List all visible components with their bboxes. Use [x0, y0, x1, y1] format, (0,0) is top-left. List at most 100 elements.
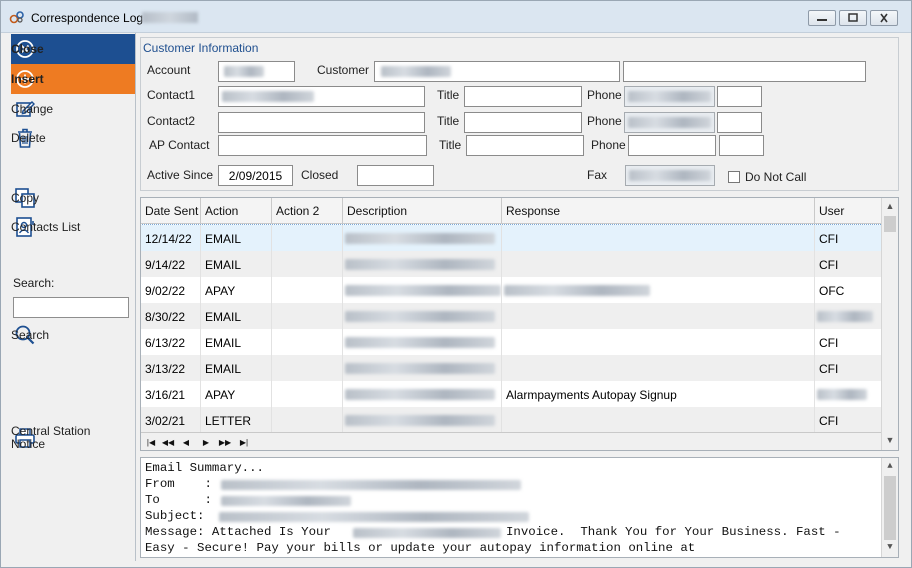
grid-cell-user[interactable]: CFI [815, 225, 882, 251]
scroll-down-icon[interactable]: ▼ [884, 435, 896, 447]
minimize-button[interactable] [808, 10, 836, 26]
email-summary-memo[interactable]: Email Summary... From : To : Subject: Me… [140, 457, 899, 558]
memo-scroll-thumb[interactable] [884, 476, 896, 540]
change-button[interactable]: Change [11, 96, 135, 122]
customer-name-field[interactable] [374, 61, 620, 82]
grid-cell-user[interactable]: CFI [815, 355, 882, 381]
ap-contact-field[interactable] [218, 135, 427, 156]
central-station-notice-button[interactable]: Central Station Notice [11, 423, 135, 455]
grid-cell-description[interactable] [343, 251, 502, 277]
grid-cell-user[interactable] [815, 303, 882, 329]
col-header-response[interactable]: Response [502, 198, 815, 224]
table-row[interactable]: 3/02/21 LETTER CFI [141, 407, 882, 433]
grid-cell-user[interactable]: CFI [815, 407, 882, 433]
grid-cell-description[interactable] [343, 407, 502, 433]
grid-cell-date[interactable]: 8/30/22 [141, 303, 201, 329]
grid-cell-date[interactable]: 9/02/22 [141, 277, 201, 303]
ap-contact-title-field[interactable] [466, 135, 584, 156]
grid-cell-date[interactable]: 3/02/21 [141, 407, 201, 433]
table-row[interactable]: 3/13/22 EMAIL CFI [141, 355, 882, 381]
correspondence-grid[interactable]: Date Sent Action Action 2 Description Re… [140, 197, 899, 451]
grid-cell-description[interactable] [343, 381, 502, 407]
grid-cell-response[interactable] [502, 277, 815, 303]
grid-cell-date[interactable]: 12/14/22 [141, 225, 201, 251]
col-header-action[interactable]: Action [201, 198, 272, 224]
contact2-phone-field[interactable] [624, 112, 715, 133]
grid-cell-user[interactable]: CFI [815, 329, 882, 355]
grid-cell-action[interactable]: EMAIL [201, 329, 272, 355]
delete-button[interactable]: Delete [11, 125, 135, 151]
last-record-icon[interactable]: ▶| [237, 435, 251, 449]
col-header-user[interactable]: User [815, 198, 882, 224]
contact1-field[interactable] [218, 86, 425, 107]
close-button[interactable]: Close [11, 34, 135, 64]
next-page-icon[interactable]: ▶▶ [218, 435, 232, 449]
contact2-title-field[interactable] [464, 112, 582, 133]
col-header-action-2[interactable]: Action 2 [272, 198, 343, 224]
grid-cell-response[interactable] [502, 225, 815, 251]
grid-cell-action2[interactable] [272, 277, 343, 303]
account-field[interactable] [218, 61, 295, 82]
grid-cell-description[interactable] [343, 355, 502, 381]
grid-cell-user[interactable]: CFI [815, 251, 882, 277]
contact2-ext-field[interactable] [717, 112, 762, 133]
do-not-call-checkbox[interactable] [728, 171, 740, 183]
next-record-icon[interactable]: ▶ [199, 435, 213, 449]
grid-cell-response[interactable] [502, 407, 815, 433]
grid-cell-response[interactable]: Alarmpayments Autopay Signup [502, 381, 815, 407]
contact1-title-field[interactable] [464, 86, 582, 107]
grid-cell-response[interactable] [502, 303, 815, 329]
closed-field[interactable] [357, 165, 434, 186]
grid-cell-user[interactable]: OFC [815, 277, 882, 303]
contact1-phone-field[interactable] [624, 86, 715, 107]
table-row[interactable]: 6/13/22 EMAIL CFI [141, 329, 882, 355]
contact2-field[interactable] [218, 112, 425, 133]
table-row[interactable]: 12/14/22 EMAIL CFI [141, 224, 883, 252]
grid-cell-description[interactable] [343, 303, 502, 329]
first-record-icon[interactable]: |◀ [144, 435, 158, 449]
customer-extra-field[interactable] [623, 61, 866, 82]
grid-cell-date[interactable]: 9/14/22 [141, 251, 201, 277]
grid-cell-action2[interactable] [272, 407, 343, 433]
grid-cell-action[interactable]: APAY [201, 381, 272, 407]
grid-cell-date[interactable]: 6/13/22 [141, 329, 201, 355]
fax-field[interactable] [625, 165, 715, 186]
ap-contact-phone-field[interactable] [628, 135, 716, 156]
grid-cell-user[interactable] [815, 381, 882, 407]
grid-cell-action2[interactable] [272, 355, 343, 381]
grid-cell-action[interactable]: EMAIL [201, 303, 272, 329]
grid-cell-description[interactable] [343, 329, 502, 355]
grid-scroll-thumb[interactable] [884, 216, 896, 232]
col-header-date-sent[interactable]: Date Sent [141, 198, 201, 224]
grid-cell-description[interactable] [343, 277, 502, 303]
prev-record-icon[interactable]: ◀ [179, 435, 193, 449]
grid-cell-action2[interactable] [272, 329, 343, 355]
grid-cell-action[interactable]: EMAIL [201, 251, 272, 277]
table-row[interactable]: 9/02/22 APAY OFC [141, 277, 882, 303]
grid-cell-description[interactable] [343, 225, 502, 251]
copy-button[interactable]: Copy [11, 185, 135, 211]
grid-cell-action[interactable]: LETTER [201, 407, 272, 433]
grid-cell-response[interactable] [502, 355, 815, 381]
grid-cell-response[interactable] [502, 329, 815, 355]
table-row[interactable]: 8/30/22 EMAIL [141, 303, 882, 329]
grid-cell-action[interactable]: EMAIL [201, 355, 272, 381]
col-header-description[interactable]: Description [343, 198, 502, 224]
insert-button[interactable]: Insert [11, 64, 135, 94]
ap-contact-ext-field[interactable] [719, 135, 764, 156]
grid-cell-action2[interactable] [272, 225, 343, 251]
search-button[interactable]: Search [11, 322, 135, 348]
contact1-ext-field[interactable] [717, 86, 762, 107]
grid-cell-action2[interactable] [272, 381, 343, 407]
close-window-button[interactable] [870, 10, 898, 26]
memo-scroll-down-icon[interactable]: ▼ [884, 542, 896, 554]
grid-vertical-scrollbar[interactable]: ▲ ▼ [881, 198, 898, 450]
grid-cell-action2[interactable] [272, 303, 343, 329]
table-row[interactable]: 9/14/22 EMAIL CFI [141, 251, 882, 277]
active-since-field[interactable]: 2/09/2015 [218, 165, 293, 186]
grid-cell-response[interactable] [502, 251, 815, 277]
prev-page-icon[interactable]: ◀◀ [161, 435, 175, 449]
grid-cell-action[interactable]: APAY [201, 277, 272, 303]
scroll-up-icon[interactable]: ▲ [884, 201, 896, 213]
grid-cell-date[interactable]: 3/13/22 [141, 355, 201, 381]
